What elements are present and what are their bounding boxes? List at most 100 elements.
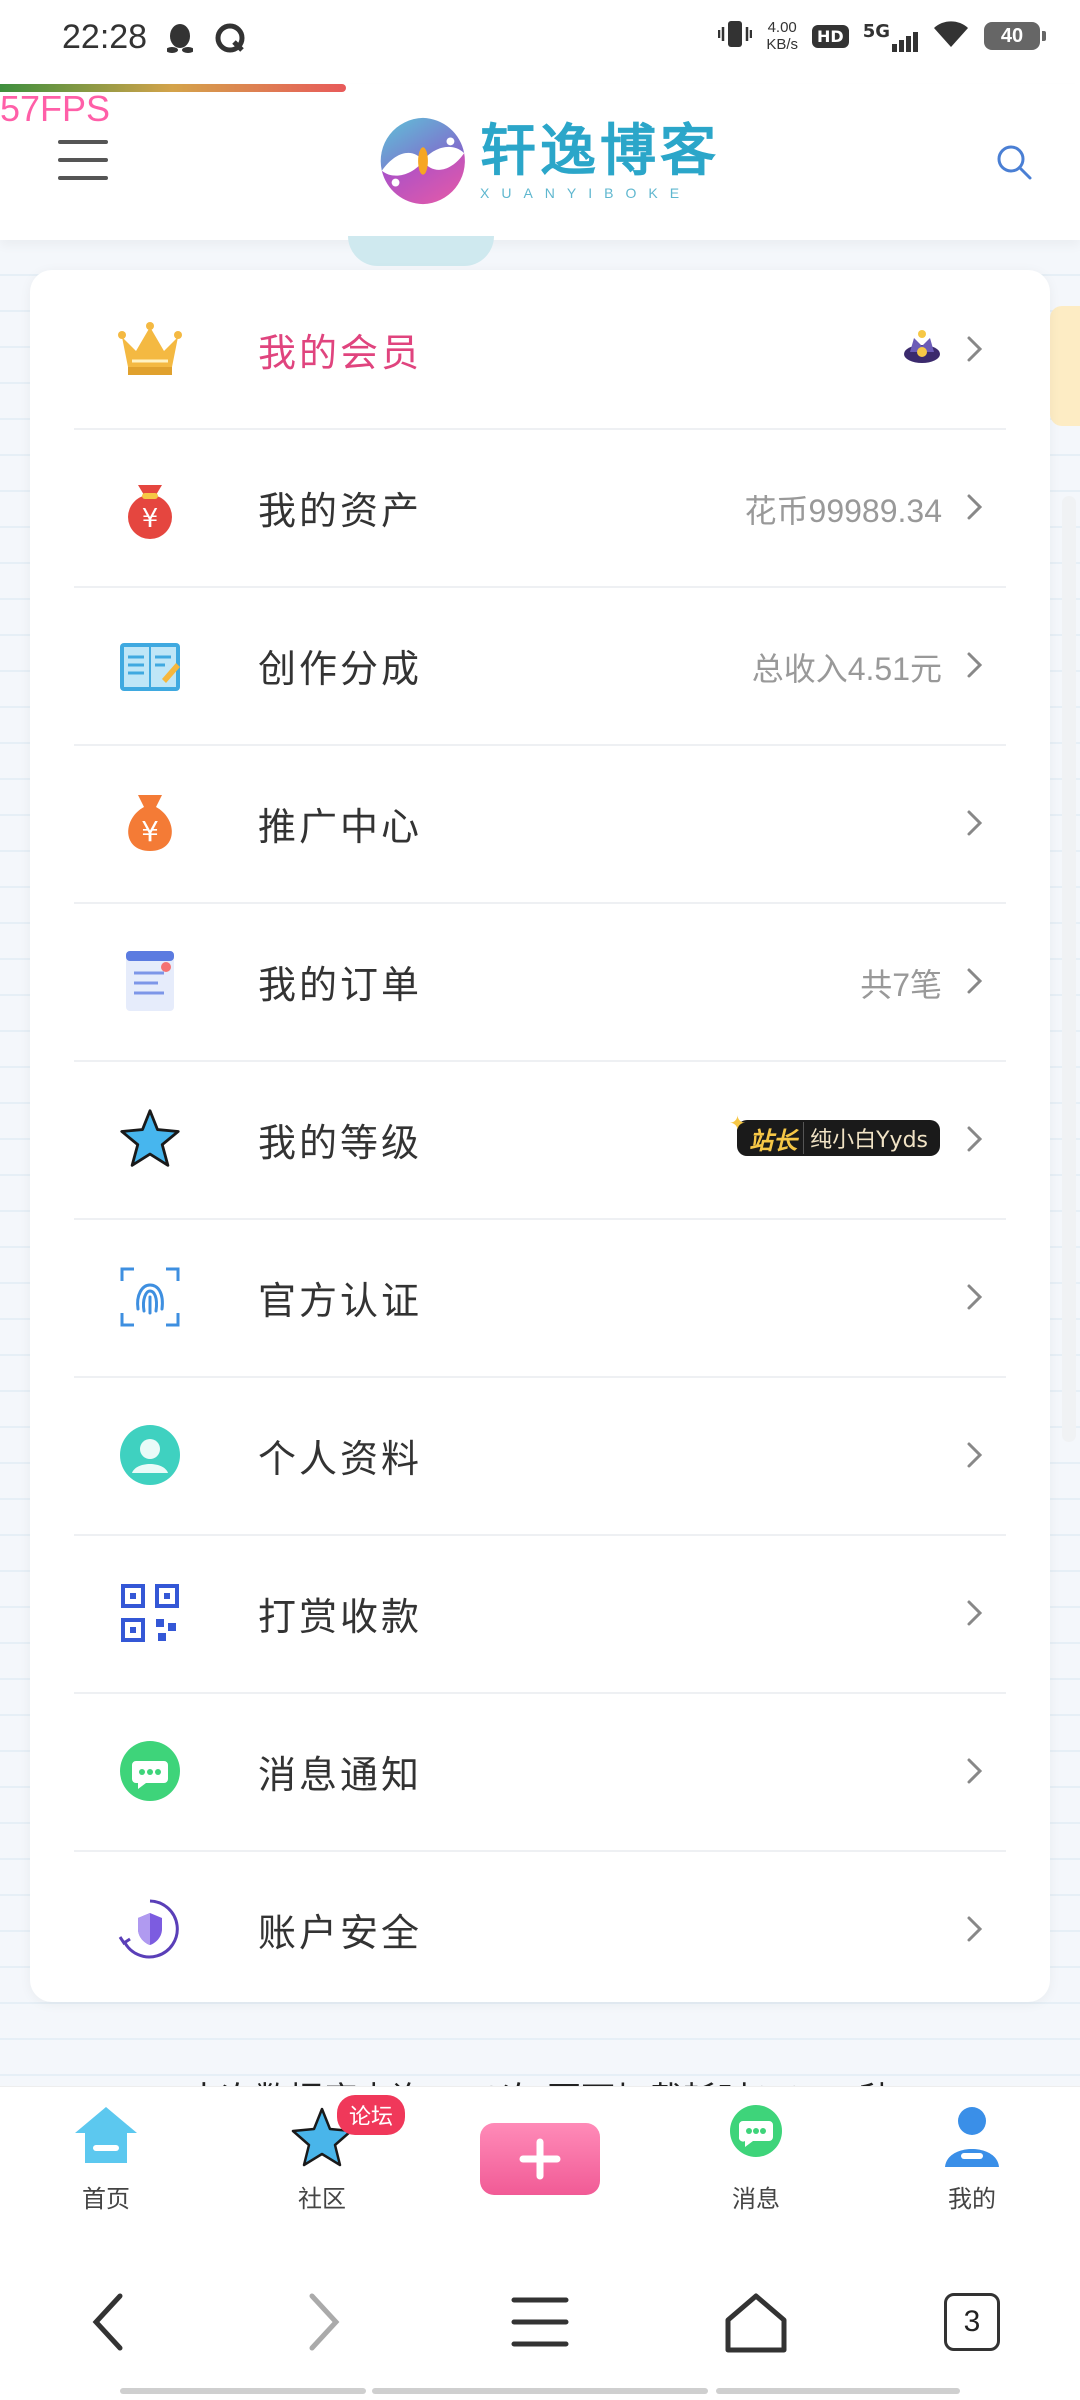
menu-item-notifications[interactable]: 消息通知: [74, 1692, 1006, 1852]
chevron-right-icon: [967, 1442, 983, 1468]
menu-label: 打赏收款: [258, 1595, 423, 1639]
rank-tag: ✦ 站长 纯小白Yyds: [729, 1111, 940, 1156]
gesture-bar: [372, 2388, 708, 2394]
star-icon: [118, 1107, 182, 1171]
menu-icon[interactable]: [58, 140, 108, 184]
menu-item-creator-revenue[interactable]: 创作分成 总收入4.51元: [74, 586, 1006, 746]
menu-item-promotion[interactable]: ¥ 推广中心: [74, 744, 1006, 904]
rank-title: 站长: [749, 1126, 798, 1155]
app-header: 轩逸博客 XUANYIBOKE: [0, 84, 1080, 240]
vibrate-icon: [718, 18, 753, 54]
home-nav-icon[interactable]: [724, 2290, 788, 2354]
menu-item-assets[interactable]: ¥ 我的资产 花币99989.34: [74, 428, 1006, 588]
site-logo[interactable]: 轩逸博客 XUANYIBOKE: [374, 112, 720, 210]
status-bar: 22:28 4.00 KB/s HD 5G 40: [0, 0, 1080, 84]
plus-icon: [519, 2138, 561, 2180]
shield-icon: [118, 1897, 182, 1961]
status-time: 22:28: [62, 18, 148, 56]
browser-menu-icon[interactable]: [508, 2290, 572, 2354]
chevron-right-icon: [967, 494, 983, 520]
page-scrollbar[interactable]: [1062, 496, 1076, 1442]
rank-star-icon: ✦: [729, 1110, 746, 1135]
menu-item-orders[interactable]: 我的订单 共7笔: [74, 902, 1006, 1062]
browser-nav-bar: 3: [0, 2232, 1080, 2400]
money-bag-icon: ¥: [118, 475, 182, 539]
wifi-icon: [932, 19, 970, 53]
menu-value: 共7笔: [860, 967, 942, 1003]
menu-value: 花币99989.34: [744, 493, 942, 529]
search-icon[interactable]: [994, 142, 1034, 182]
menu-label: 推广中心: [258, 805, 423, 849]
menu-item-membership[interactable]: 我的会员: [74, 270, 1006, 430]
add-post-button[interactable]: [480, 2123, 600, 2195]
hd-badge: HD: [812, 24, 849, 48]
tabs-count-button[interactable]: 3: [940, 2290, 1004, 2354]
tab-community[interactable]: 论坛 社区: [262, 2095, 406, 2221]
rank-name: 纯小白Yyds: [803, 1122, 940, 1154]
fingerprint-icon: [118, 1265, 182, 1329]
menu-item-account-security[interactable]: 账户安全: [74, 1850, 1006, 2008]
tab-label: 首页: [82, 2185, 130, 2213]
profile-icon: [118, 1423, 182, 1487]
back-icon[interactable]: [76, 2290, 140, 2354]
logo-title: 轩逸博客: [480, 119, 720, 184]
message-icon: [721, 2101, 791, 2171]
menu-item-profile[interactable]: 个人资料: [74, 1376, 1006, 1536]
yen-bag-icon: ¥: [118, 791, 182, 855]
qq-penguin-icon: [164, 20, 196, 56]
tab-me[interactable]: 我的: [912, 2101, 1032, 2221]
menu-value: 总收入4.51元: [751, 651, 942, 687]
account-menu-card: 我的会员 ¥ 我的资产 花币99989.34 创作分成 总收入4.51元 ¥ 推…: [30, 270, 1050, 2002]
menu-label: 我的资产: [258, 489, 423, 533]
bottom-tab-bar: 首页 论坛 社区 消息 我的: [0, 2086, 1080, 2233]
menu-item-tip-payment[interactable]: 打赏收款: [74, 1534, 1006, 1694]
order-doc-icon: [118, 949, 182, 1013]
menu-item-level[interactable]: 我的等级 ✦ 站长 纯小白Yyds: [74, 1060, 1006, 1220]
menu-label: 消息通知: [258, 1753, 423, 1797]
fps-overlay: 57FPS: [0, 88, 111, 129]
logo-fish-icon: [380, 117, 465, 205]
menu-item-verification[interactable]: 官方认证: [74, 1218, 1006, 1378]
chevron-right-icon: [967, 1758, 983, 1784]
menu-label: 创作分成: [258, 647, 423, 691]
home-icon: [71, 2101, 141, 2171]
chevron-right-icon: [967, 968, 983, 994]
user-icon: [937, 2101, 1007, 2171]
side-decoration: [1050, 306, 1080, 426]
qr-code-icon: [118, 1581, 182, 1645]
forward-icon[interactable]: [292, 2290, 356, 2354]
gesture-bar: [120, 2388, 366, 2394]
vip-badge-icon: [904, 330, 940, 363]
menu-label: 我的等级: [258, 1121, 423, 1165]
tab-count: 3: [944, 2293, 1000, 2351]
chevron-right-icon: [967, 1916, 983, 1942]
community-badge: 论坛: [337, 2095, 406, 2135]
tab-messages[interactable]: 消息: [696, 2101, 816, 2221]
gesture-bar: [716, 2388, 960, 2394]
header-decoration: [348, 236, 494, 266]
chevron-right-icon: [967, 1284, 983, 1310]
menu-label: 我的会员: [258, 331, 423, 375]
menu-label: 账户安全: [258, 1911, 423, 1955]
browser-q-icon: [214, 20, 246, 56]
tab-label: 社区: [298, 2185, 346, 2213]
chevron-right-icon: [967, 1600, 983, 1626]
network-speed: 4.00 KB/s: [766, 19, 799, 53]
tab-label: 消息: [732, 2185, 780, 2213]
chevron-right-icon: [967, 652, 983, 678]
battery-icon: 40: [984, 22, 1046, 50]
book-pen-icon: [118, 633, 182, 697]
logo-subtitle: XUANYIBOKE: [480, 185, 692, 201]
chevron-right-icon: [967, 336, 983, 362]
svg-text:¥: ¥: [141, 815, 159, 848]
menu-label: 个人资料: [258, 1437, 423, 1481]
chevron-right-icon: [967, 810, 983, 836]
community-star-icon: 论坛: [287, 2095, 406, 2171]
chevron-right-icon: [967, 1126, 983, 1152]
signal-icon: 5G: [863, 21, 918, 52]
chat-bubble-icon: [118, 1739, 182, 1803]
tab-home[interactable]: 首页: [46, 2101, 166, 2221]
tab-label: 我的: [948, 2185, 996, 2213]
menu-label: 官方认证: [258, 1279, 423, 1323]
menu-label: 我的订单: [258, 963, 423, 1007]
